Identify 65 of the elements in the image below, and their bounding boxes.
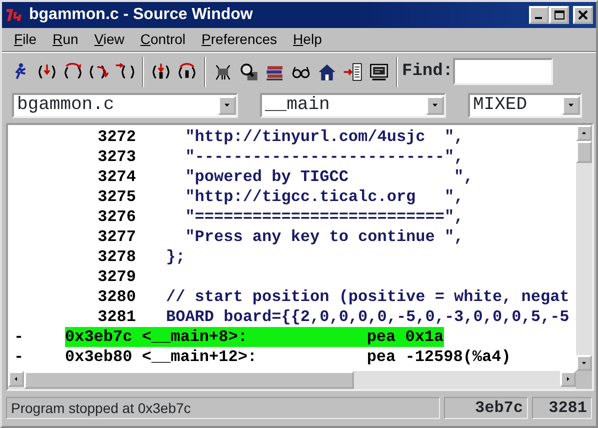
scroll-thumb[interactable] bbox=[576, 141, 592, 163]
source-line: }; bbox=[166, 247, 186, 268]
scroll-up-icon[interactable] bbox=[580, 129, 588, 137]
line-number: 3272 bbox=[96, 127, 136, 148]
menu-item[interactable]: File bbox=[6, 29, 45, 50]
scroll-right-icon[interactable] bbox=[564, 375, 572, 383]
magnifier-icon[interactable] bbox=[239, 62, 259, 82]
line-marker: - bbox=[13, 327, 25, 348]
monitor-icon[interactable] bbox=[369, 62, 389, 82]
menu-item[interactable]: Preferences bbox=[194, 29, 286, 50]
menu-item[interactable]: Control bbox=[132, 29, 194, 50]
close-button[interactable] bbox=[573, 6, 593, 24]
symbol: <__main+8>: bbox=[142, 327, 248, 348]
minimize-button[interactable] bbox=[529, 6, 549, 24]
horizontal-scrollbar[interactable] bbox=[8, 371, 576, 389]
source-line: // start position (positive = white, negat bbox=[166, 287, 570, 308]
symbol: <__main+12>: bbox=[142, 347, 258, 368]
next-icon[interactable] bbox=[63, 62, 83, 82]
line-marker: - bbox=[13, 347, 25, 368]
continue-icon[interactable] bbox=[115, 62, 135, 82]
stepi-icon[interactable] bbox=[151, 62, 171, 82]
find-label: Find: bbox=[402, 60, 454, 83]
status-message: Program stopped at 0x3eb7c bbox=[6, 397, 440, 419]
find-field[interactable] bbox=[453, 58, 554, 85]
menu-item[interactable]: View bbox=[86, 29, 132, 50]
house-icon[interactable] bbox=[317, 62, 337, 82]
close-icon[interactable] bbox=[578, 10, 588, 20]
instruction: pea -12598(%a4) bbox=[366, 347, 511, 368]
line-number: 3274 bbox=[96, 167, 136, 188]
line-number: 3277 bbox=[96, 227, 136, 248]
window-title: bgammon.c - Source Window bbox=[29, 5, 254, 25]
vertical-scrollbar[interactable] bbox=[576, 125, 592, 371]
nexti-icon[interactable] bbox=[177, 62, 197, 82]
source-line: "http://tinyurl.com/4usjc ", bbox=[184, 127, 464, 148]
line-number: 3275 bbox=[96, 187, 136, 208]
status-line-number: 3281 bbox=[532, 397, 592, 419]
maximize-button[interactable] bbox=[549, 6, 569, 24]
menu-item[interactable]: Run bbox=[44, 29, 86, 50]
source-line: "Press any key to continue ", bbox=[184, 227, 464, 248]
source-line: "powered by TIGCC ", bbox=[184, 167, 474, 188]
source-line: "http://tigcc.ticalc.org ", bbox=[184, 187, 464, 208]
instruction: pea 0x1a bbox=[366, 327, 444, 348]
scroll-thumb[interactable] bbox=[24, 371, 354, 389]
line-number: 3279 bbox=[96, 267, 136, 288]
address: 0x3eb80 bbox=[65, 347, 134, 368]
status-address: 3eb7c bbox=[444, 397, 528, 419]
line-number: 3281 bbox=[96, 307, 136, 328]
mode-selector[interactable]: MIXED bbox=[468, 92, 582, 118]
line-number: 3273 bbox=[96, 147, 136, 168]
scroll-left-icon[interactable] bbox=[12, 375, 20, 383]
line-number: 3278 bbox=[96, 247, 136, 268]
step-icon[interactable] bbox=[37, 62, 57, 82]
source-line: "==========================", bbox=[184, 207, 464, 228]
source-line: "--------------------------", bbox=[184, 147, 464, 168]
address: 0x3eb7c bbox=[65, 327, 134, 348]
scroll-down-icon[interactable] bbox=[580, 359, 588, 367]
arrow-list-icon[interactable] bbox=[343, 62, 363, 82]
line-number: 3280 bbox=[96, 287, 136, 308]
file-selector[interactable]: bgammon.c bbox=[12, 92, 238, 118]
menu-item[interactable]: Help bbox=[285, 29, 330, 50]
function-selector[interactable]: __main bbox=[260, 92, 446, 118]
app-icon bbox=[5, 6, 23, 24]
source-line: BOARD board={{2,0,0,0,0,-5,0,-3,0,0,0,5,-5 bbox=[166, 307, 570, 328]
line-number: 3276 bbox=[96, 207, 136, 228]
maximize-icon[interactable] bbox=[554, 10, 564, 20]
